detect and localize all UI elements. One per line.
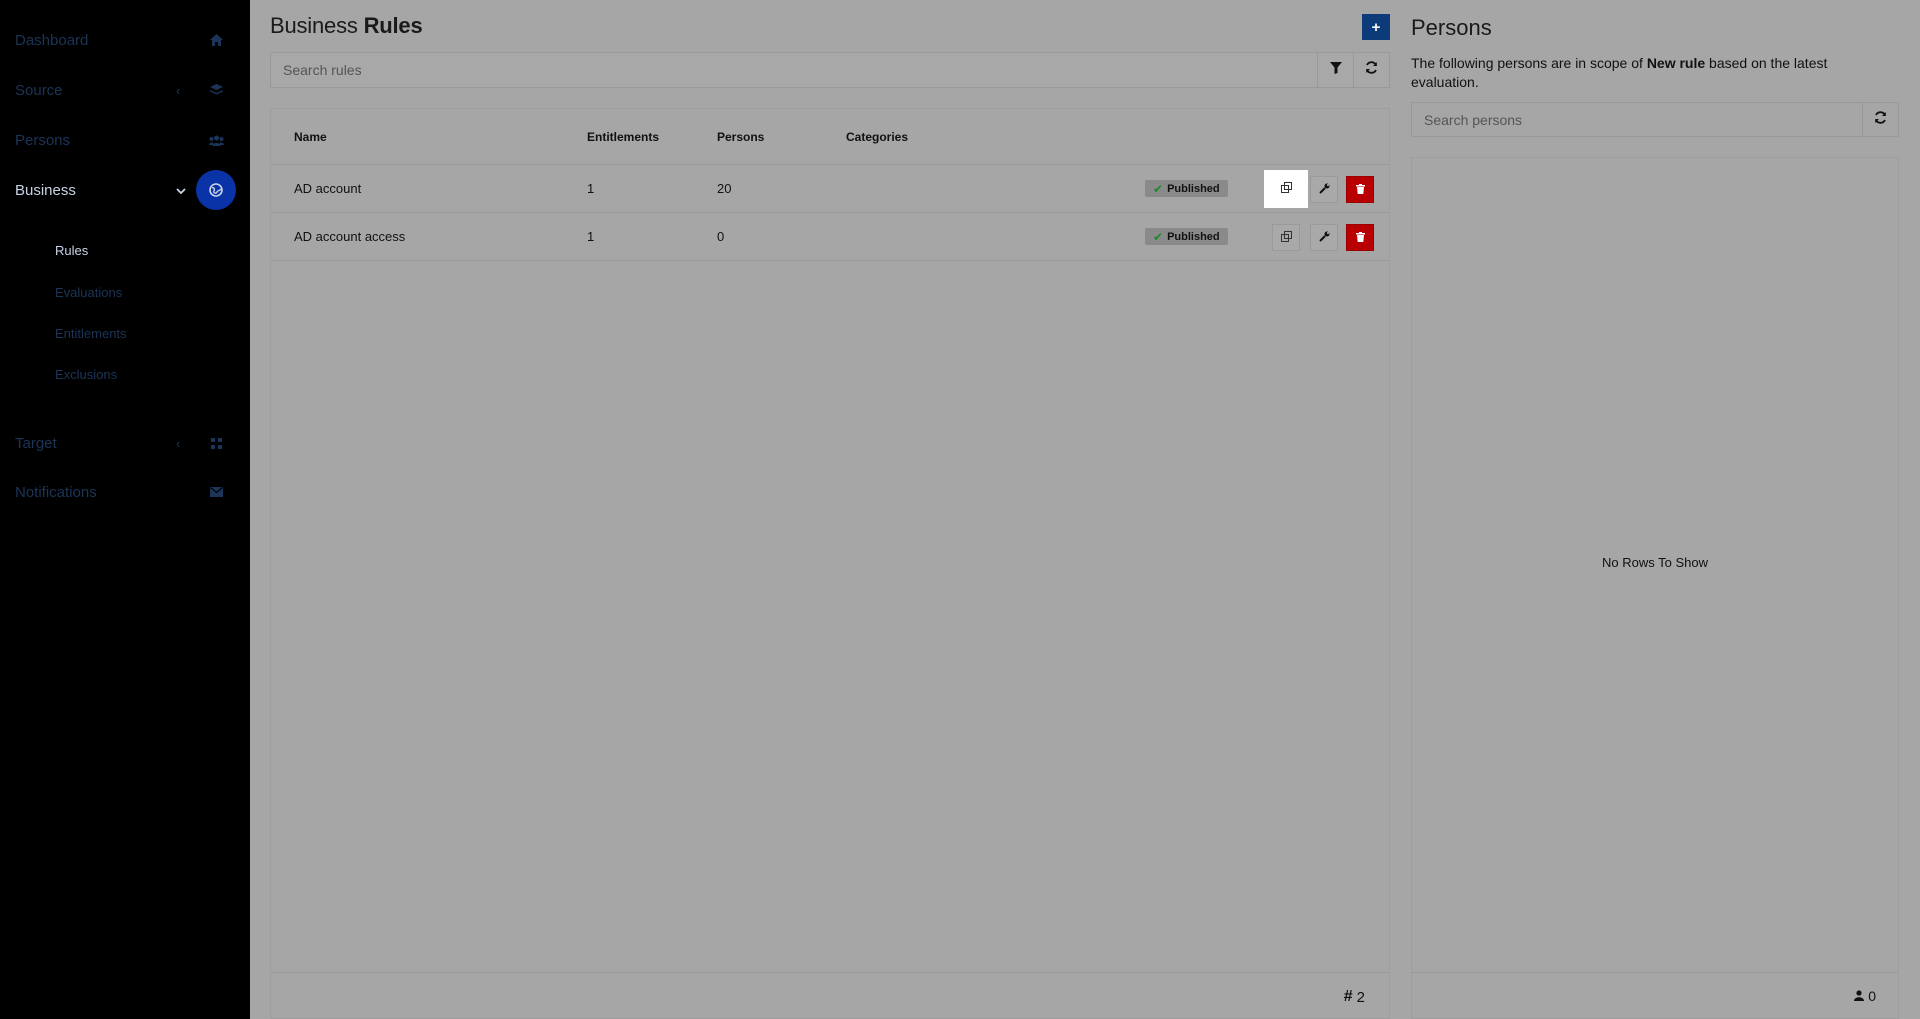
persons-search-input[interactable] — [1412, 103, 1862, 136]
copy-button[interactable] — [1272, 224, 1300, 251]
delete-button[interactable] — [1346, 224, 1374, 251]
refresh-button[interactable] — [1353, 53, 1389, 87]
wrench-icon — [1318, 229, 1330, 247]
status-badge-label: Published — [1167, 230, 1220, 243]
check-icon: ✔ — [1153, 181, 1164, 196]
persons-count-value: 0 — [1868, 988, 1876, 1004]
chevron-down-icon — [176, 183, 186, 198]
table-row[interactable]: AD account 1 20 ✔ Published — [271, 165, 1389, 213]
grid-icon — [206, 433, 226, 453]
user-icon — [1854, 988, 1865, 1004]
persons-refresh-button[interactable] — [1862, 103, 1898, 137]
sidebar: Dashboard Source ‹ Persons Business Rule… — [0, 0, 250, 1019]
filter-icon — [1329, 61, 1342, 79]
persons-table: No Rows To Show 0 — [1411, 157, 1899, 1019]
table-header: Name Entitlements Persons Categories — [271, 109, 1389, 165]
nav-target-label: Target — [15, 434, 57, 452]
nav-dashboard-label: Dashboard — [15, 31, 89, 49]
globe-icon — [196, 170, 236, 210]
column-header-persons[interactable]: Persons — [717, 130, 764, 144]
page-title: Business Rules — [270, 13, 423, 39]
persons-panel-description: The following persons are in scope of Ne… — [1411, 54, 1871, 92]
status-badge: ✔ Published — [1145, 180, 1228, 197]
nav-business-label: Business — [15, 181, 76, 199]
edit-button[interactable] — [1310, 176, 1338, 203]
wrench-icon — [1318, 181, 1330, 199]
desc-rule-name: New rule — [1646, 55, 1706, 71]
rule-entitlements: 1 — [587, 181, 595, 196]
copy-icon — [1280, 180, 1292, 198]
page-title-emphasis: Rules — [363, 13, 423, 38]
nav-business[interactable]: Business — [0, 170, 250, 210]
nav-source-label: Source — [15, 81, 63, 99]
page-title-prefix: Business — [270, 13, 358, 38]
chevron-left-icon: ‹ — [176, 82, 181, 98]
nav-dashboard[interactable]: Dashboard — [0, 20, 250, 60]
refresh-icon — [1874, 111, 1887, 129]
sub-item-evaluations[interactable]: Evaluations — [55, 285, 122, 300]
copy-button[interactable] — [1264, 170, 1308, 208]
copy-icon — [1280, 229, 1292, 247]
column-header-categories[interactable]: Categories — [846, 130, 908, 144]
desc-text-pre: The following persons are in scope of — [1411, 55, 1647, 71]
rules-search-bar — [270, 52, 1390, 88]
trash-icon — [1355, 181, 1365, 199]
nav-persons-label: Persons — [15, 131, 71, 149]
refresh-icon — [1365, 61, 1378, 79]
persons-count: 0 — [1854, 988, 1876, 1004]
layers-icon — [206, 80, 226, 100]
table-row[interactable]: AD account access 1 0 ✔ Published — [271, 213, 1389, 261]
users-icon — [206, 130, 226, 150]
empty-state: No Rows To Show — [1602, 555, 1708, 570]
row-count: # 2 — [1344, 988, 1365, 1006]
check-icon: ✔ — [1153, 229, 1164, 244]
row-count-value: 2 — [1356, 988, 1365, 1006]
filter-button[interactable] — [1317, 53, 1353, 87]
persons-search-bar — [1411, 102, 1899, 137]
chevron-left-icon: ‹ — [176, 435, 181, 451]
sub-item-rules[interactable]: Rules — [55, 243, 88, 258]
delete-button[interactable] — [1346, 176, 1374, 203]
table-footer: # 2 — [271, 972, 1389, 1018]
nav-source[interactable]: Source ‹ — [0, 70, 250, 110]
status-badge-label: Published — [1167, 182, 1220, 195]
envelope-icon — [206, 482, 226, 502]
rule-name: AD account access — [294, 229, 406, 244]
edit-button[interactable] — [1310, 224, 1338, 251]
nav-target[interactable]: Target ‹ — [0, 423, 250, 463]
rules-table: Name Entitlements Persons Categories AD … — [270, 108, 1390, 1019]
column-header-entitlements[interactable]: Entitlements — [587, 130, 659, 144]
rule-persons: 20 — [717, 181, 732, 196]
hash-icon: # — [1343, 988, 1353, 1005]
persons-table-footer: 0 — [1412, 972, 1898, 1018]
persons-panel-title: Persons — [1411, 15, 1492, 40]
nav-notifications[interactable]: Notifications — [0, 472, 250, 512]
column-header-name[interactable]: Name — [294, 130, 327, 144]
sub-item-exclusions[interactable]: Exclusions — [55, 367, 117, 382]
add-rule-button[interactable]: + — [1362, 14, 1390, 40]
home-icon — [206, 30, 226, 50]
nav-notifications-label: Notifications — [15, 483, 97, 501]
nav-persons[interactable]: Persons — [0, 120, 250, 160]
rule-entitlements: 1 — [587, 229, 595, 244]
trash-icon — [1355, 229, 1365, 247]
rule-name: AD account — [294, 181, 362, 196]
rules-search-input[interactable] — [271, 53, 1317, 87]
sub-item-entitlements[interactable]: Entitlements — [55, 326, 127, 341]
rule-persons: 0 — [717, 229, 725, 244]
status-badge: ✔ Published — [1145, 228, 1228, 245]
